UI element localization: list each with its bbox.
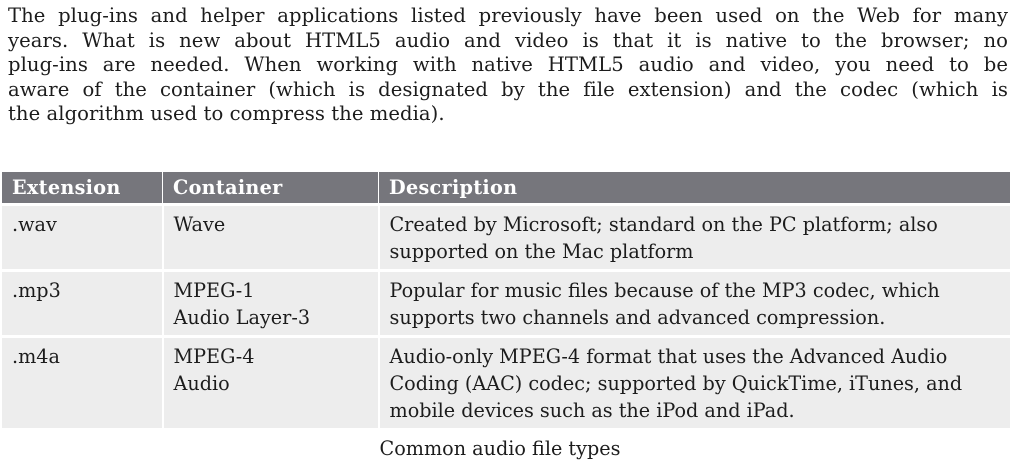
description-text: Audio-only MPEG-4 format that uses the A… xyxy=(389,345,948,368)
cell-extension: .wav xyxy=(2,203,164,271)
container-text: MPEG-4 xyxy=(173,345,255,368)
cell-container: MPEG-4 Audio xyxy=(162,335,380,428)
header-container: Container xyxy=(162,172,379,205)
container-text: Audio xyxy=(173,372,230,395)
cell-description: Popular for music files because of the M… xyxy=(378,269,1010,337)
table-caption: Common audio file types xyxy=(379,437,621,460)
description-text: Created by Microsoft; standard on the PC… xyxy=(389,213,938,236)
intro-line: the algorithm used to compress the media… xyxy=(8,102,445,126)
container-text: MPEG-1 xyxy=(173,279,255,302)
table-header-row: Extension Container Description xyxy=(2,172,1010,205)
intro-line: years. What is new about HTML5 audio and… xyxy=(8,28,1008,52)
cell-extension: .m4a xyxy=(2,335,164,428)
description-text: supported on the Mac platform xyxy=(389,240,694,263)
cell-extension: .mp3 xyxy=(2,269,164,337)
header-description: Description xyxy=(378,172,1010,205)
intro-paragraph: The plug-ins and helper applications lis… xyxy=(8,4,1008,127)
description-text: Popular for music files because of the M… xyxy=(389,279,940,302)
intro-line: The plug-ins and helper applications lis… xyxy=(8,4,1008,27)
extension-text: .wav xyxy=(12,213,57,236)
audio-file-types-table: Extension Container Description .wav Wav… xyxy=(2,172,1010,428)
extension-text: .m4a xyxy=(12,345,60,368)
header-extension: Extension xyxy=(2,172,163,205)
description-text: mobile devices such as the iPod and iPad… xyxy=(389,399,795,422)
table-row: .mp3 MPEG-1 Audio Layer-3 Popular for mu… xyxy=(2,269,1010,337)
intro-line: plug-ins are needed. When working with n… xyxy=(8,53,1008,77)
table-row: .m4a MPEG-4 Audio Audio-only MPEG-4 form… xyxy=(2,335,1010,428)
extension-text: .mp3 xyxy=(12,279,61,302)
cell-description: Audio-only MPEG-4 format that uses the A… xyxy=(378,335,1010,428)
description-text: supports two channels and advanced compr… xyxy=(389,306,886,329)
cell-description: Created by Microsoft; standard on the PC… xyxy=(378,203,1010,271)
cell-container: Wave xyxy=(162,203,380,271)
intro-line: aware of the container (which is designa… xyxy=(8,77,1008,101)
container-text: Wave xyxy=(173,213,226,236)
container-text: Audio Layer-3 xyxy=(173,306,311,329)
cell-container: MPEG-1 Audio Layer-3 xyxy=(162,269,380,337)
description-text: Coding (AAC) codec; supported by QuickTi… xyxy=(389,372,963,395)
table-row: .wav Wave Created by Microsoft; standard… xyxy=(2,203,1010,271)
